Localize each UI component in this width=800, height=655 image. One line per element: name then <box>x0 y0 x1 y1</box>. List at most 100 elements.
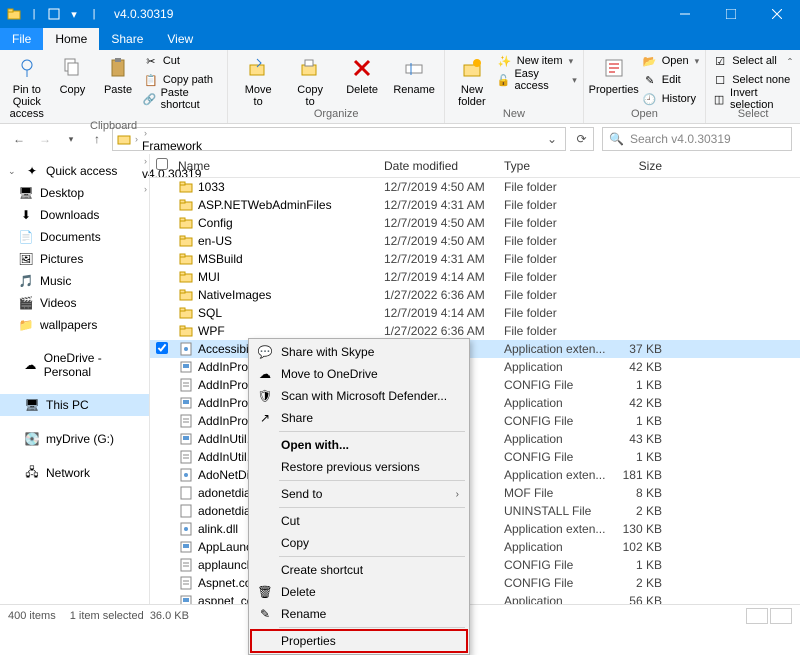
column-type[interactable]: Type <box>504 159 614 173</box>
details-view-button[interactable] <box>746 608 768 624</box>
file-size: 1 KB <box>614 414 674 428</box>
menu-separator <box>279 431 465 432</box>
pin-to-quick-access-button[interactable]: Pin to Quick access <box>6 52 48 120</box>
context-menu-item[interactable]: Send to› <box>251 483 467 505</box>
search-placeholder: Search v4.0.30319 <box>630 132 731 146</box>
refresh-button[interactable]: ⟳ <box>570 127 594 151</box>
thumbnails-view-button[interactable] <box>770 608 792 624</box>
new-folder-icon <box>458 54 486 82</box>
move-to-button[interactable]: Move to <box>234 52 282 108</box>
table-row[interactable]: Config12/7/2019 4:50 AMFile folder <box>150 214 800 232</box>
chevron-right-icon[interactable]: › <box>135 134 138 144</box>
copy-to-button[interactable]: Copy to <box>286 52 334 108</box>
history-button[interactable]: 🕘History <box>642 90 699 108</box>
table-row[interactable]: en-US12/7/2019 4:50 AMFile folder <box>150 232 800 250</box>
sidebar-onedrive[interactable]: ☁OneDrive - Personal <box>0 348 149 382</box>
context-menu-item[interactable]: Properties <box>251 630 467 652</box>
sidebar-this-pc[interactable]: 🖥This PC <box>0 394 149 416</box>
minimize-button[interactable] <box>662 0 708 28</box>
sidebar-item[interactable]: 🎵Music <box>0 270 149 292</box>
sidebar-item[interactable]: 🎬Videos <box>0 292 149 314</box>
address-bar[interactable]: › Windows›Microsoft.NET›Framework›v4.0.3… <box>112 127 566 151</box>
table-row[interactable]: SQL12/7/2019 4:14 AMFile folder <box>150 304 800 322</box>
onedrive-icon: ☁ <box>23 357 38 373</box>
new-folder-button[interactable]: New folder <box>451 52 493 108</box>
table-row[interactable]: ASP.NETWebAdminFiles12/7/2019 4:31 AMFil… <box>150 196 800 214</box>
tab-file[interactable]: File <box>0 28 43 50</box>
context-menu-item[interactable]: Copy <box>251 532 467 554</box>
file-name: SQL <box>198 306 222 320</box>
sidebar-network[interactable]: 🖧Network <box>0 462 149 484</box>
column-name[interactable]: Name <box>174 159 384 173</box>
exe-icon <box>178 431 194 447</box>
context-menu-item[interactable]: Restore previous versions <box>251 456 467 478</box>
ribbon-group-new: New folder ✨New item▾ 🔓Easy access▾ New <box>445 50 584 123</box>
sidebar-drive[interactable]: 💽myDrive (G:) <box>0 428 149 450</box>
paste-button[interactable]: Paste <box>97 52 139 96</box>
select-all-button[interactable]: ☑Select all <box>712 52 794 70</box>
move-icon <box>244 54 272 82</box>
forward-button[interactable]: → <box>34 128 56 150</box>
qat-divider: | <box>86 6 102 22</box>
context-menu-item[interactable]: 💬Share with Skype <box>251 341 467 363</box>
search-box[interactable]: 🔍 Search v4.0.30319 <box>602 127 792 151</box>
qat-item[interactable] <box>46 6 62 22</box>
sidebar-item[interactable]: 🖼Pictures <box>0 248 149 270</box>
copy-button[interactable]: Copy <box>52 52 94 96</box>
context-menu-item[interactable]: 🛡Scan with Microsoft Defender... <box>251 385 467 407</box>
file-name: Config <box>198 216 233 230</box>
column-size[interactable]: Size <box>614 159 674 173</box>
context-menu-item[interactable]: ☁Move to OneDrive <box>251 363 467 385</box>
sidebar-item[interactable]: 📁wallpapers <box>0 314 149 336</box>
history-icon: 🕘 <box>642 91 658 107</box>
edit-button[interactable]: ✎Edit <box>642 71 699 89</box>
file-type: File folder <box>504 216 614 230</box>
file-type: File folder <box>504 324 614 338</box>
context-menu-item[interactable]: ✎Rename <box>251 603 467 625</box>
sidebar-quick-access[interactable]: ⌄✦Quick access <box>0 160 149 182</box>
file-size: 2 KB <box>614 504 674 518</box>
qat-item[interactable]: ▾ <box>66 6 82 22</box>
context-menu-item[interactable]: Cut <box>251 510 467 532</box>
recent-button[interactable]: ▾ <box>60 128 82 150</box>
table-row[interactable]: MSBuild12/7/2019 4:31 AMFile folder <box>150 250 800 268</box>
context-menu-item[interactable]: Open with... <box>251 434 467 456</box>
rename-button[interactable]: Rename <box>390 52 438 96</box>
context-menu-item[interactable]: Create shortcut <box>251 559 467 581</box>
context-menu-item[interactable]: 🗑Delete <box>251 581 467 603</box>
properties-button[interactable]: Properties <box>590 52 638 96</box>
sidebar-item[interactable]: ⬇Downloads <box>0 204 149 226</box>
invert-selection-button[interactable]: ◫Invert selection <box>712 90 794 108</box>
table-row[interactable]: 103312/7/2019 4:50 AMFile folder <box>150 178 800 196</box>
breadcrumb[interactable]: Framework <box>142 139 218 153</box>
back-button[interactable]: ← <box>8 128 30 150</box>
open-button[interactable]: 📂Open▾ <box>642 52 699 70</box>
chevron-right-icon[interactable]: › <box>144 128 147 138</box>
context-menu-item[interactable]: ↗Share <box>251 407 467 429</box>
table-row[interactable]: MUI12/7/2019 4:14 AMFile folder <box>150 268 800 286</box>
cut-button[interactable]: ✂Cut <box>143 52 221 70</box>
ribbon: ˆ Pin to Quick access Copy Paste ✂Cut 📋C… <box>0 50 800 124</box>
column-date[interactable]: Date modified <box>384 159 504 173</box>
close-button[interactable] <box>754 0 800 28</box>
table-row[interactable]: NativeImages1/27/2022 6:36 AMFile folder <box>150 286 800 304</box>
tab-home[interactable]: Home <box>43 28 99 50</box>
menu-separator <box>279 556 465 557</box>
delete-button[interactable]: Delete <box>338 52 386 96</box>
select-all-checkbox[interactable] <box>150 158 174 173</box>
sidebar-item[interactable]: 🖥Desktop <box>0 182 149 204</box>
sidebar-item[interactable]: 📄Documents <box>0 226 149 248</box>
easy-access-button[interactable]: 🔓Easy access▾ <box>497 71 577 89</box>
copy-to-icon <box>296 54 324 82</box>
file-type: File folder <box>504 288 614 302</box>
collapse-ribbon-button[interactable]: ˆ <box>788 56 792 70</box>
tab-view[interactable]: View <box>155 28 205 50</box>
maximize-button[interactable] <box>708 0 754 28</box>
row-checkbox[interactable] <box>150 342 174 357</box>
skype-icon: 💬 <box>257 344 273 360</box>
menu-item-label: Open with... <box>281 438 349 452</box>
defender-icon: 🛡 <box>257 388 273 404</box>
tab-share[interactable]: Share <box>99 28 155 50</box>
address-dropdown-button[interactable]: ⌄ <box>543 132 561 146</box>
paste-shortcut-button[interactable]: 🔗Paste shortcut <box>143 90 221 108</box>
